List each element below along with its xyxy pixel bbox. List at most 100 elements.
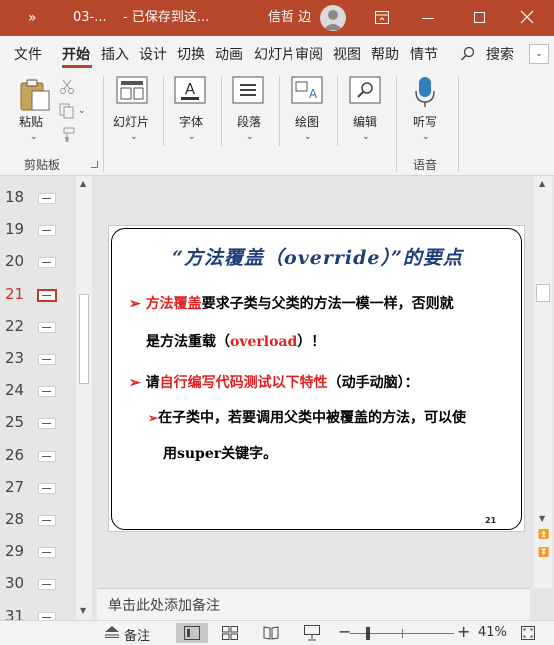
slide-thumbnail-image[interactable] <box>38 354 56 365</box>
search-icon[interactable] <box>460 46 475 64</box>
thumbnail-scrollbar[interactable]: ▲ ▼ <box>76 176 92 620</box>
notes-icon[interactable] <box>105 626 119 642</box>
search-label[interactable]: 搜索 <box>486 44 514 64</box>
slide-thumbnail[interactable]: 19 <box>0 216 70 246</box>
reading-view-icon[interactable] <box>263 626 279 643</box>
drawing-chevron-down-icon[interactable]: ⌄ <box>304 132 312 142</box>
tab-design[interactable]: 设计 <box>139 44 167 64</box>
slide-thumbnail-image[interactable] <box>38 225 56 237</box>
scroll-down-icon[interactable]: ▼ <box>539 514 545 523</box>
slide-scrollbar[interactable]: ▲ ▼ ⏫ ⏬ <box>534 176 552 588</box>
bullet-2[interactable]: ➢ 请自行编写代码测试以下特性（动手动脑）： <box>129 372 419 392</box>
slide-thumbnail[interactable]: 18 <box>0 184 70 214</box>
paste-label[interactable]: 粘贴 <box>19 113 43 130</box>
slide-thumbnail[interactable]: 22 <box>0 313 70 343</box>
scroll-thumb[interactable] <box>79 294 89 384</box>
zoom-slider-thumb[interactable] <box>366 627 370 640</box>
font-chevron-down-icon[interactable]: ⌄ <box>188 132 196 142</box>
slide-thumbnail[interactable]: 26 <box>0 442 70 472</box>
tab-review[interactable]: 审阅 <box>295 44 323 64</box>
slide-thumbnail-image[interactable] <box>38 386 56 398</box>
minimize-icon[interactable] <box>422 18 434 19</box>
tab-home[interactable]: 开始 <box>62 44 90 64</box>
slide-editing-area[interactable]: “方法覆盖（override）”的要点 ➢ 方法覆盖要求子类与父类的方法一模一样… <box>97 176 530 588</box>
slide-thumbnail-image[interactable] <box>38 515 56 526</box>
format-painter-icon[interactable] <box>59 127 75 146</box>
avatar[interactable] <box>320 5 346 31</box>
slide-thumbnail-image[interactable] <box>38 193 56 204</box>
dictate-label[interactable]: 听写 <box>413 113 437 130</box>
current-slide[interactable]: “方法覆盖（override）”的要点 ➢ 方法覆盖要求子类与父类的方法一模一样… <box>108 225 525 532</box>
tab-insert[interactable]: 插入 <box>101 44 129 64</box>
slides-label[interactable]: 幻灯片 <box>113 113 149 130</box>
next-slide-icon[interactable]: ⏬ <box>538 548 549 558</box>
slide-thumbnail[interactable]: 20 <box>0 248 70 278</box>
paste-icon[interactable] <box>18 78 52 115</box>
paragraph-chevron-down-icon[interactable]: ⌄ <box>246 132 254 142</box>
paragraph-label[interactable]: 段落 <box>237 113 261 130</box>
slide-thumbnail-image[interactable] <box>37 288 57 302</box>
paste-chevron-down-icon[interactable]: ⌄ <box>30 132 38 142</box>
tab-file[interactable]: 文件 <box>14 44 42 64</box>
slide-thumbnail-image[interactable] <box>38 482 56 494</box>
slide-thumbnail[interactable]: 27 <box>0 474 70 504</box>
slideshow-icon[interactable] <box>304 625 320 644</box>
slide-thumbnail-image[interactable] <box>38 450 56 462</box>
fit-to-window-icon[interactable] <box>521 626 535 643</box>
font-icon[interactable]: A <box>174 76 206 107</box>
slide-thumbnail[interactable]: 21 <box>0 281 70 311</box>
maximize-icon[interactable] <box>474 12 485 23</box>
slide-thumbnail-image[interactable] <box>38 321 56 333</box>
file-name[interactable]: 03-... <box>73 0 107 36</box>
slides-icon[interactable] <box>116 76 148 107</box>
zoom-level[interactable]: 41% <box>478 625 507 640</box>
slide-thumbnail[interactable]: 29 <box>0 538 70 568</box>
slide-title[interactable]: “方法覆盖（override）”的要点 <box>112 243 523 270</box>
slides-chevron-down-icon[interactable]: ⌄ <box>130 132 138 142</box>
slide-thumbnail[interactable]: 23 <box>0 345 70 375</box>
paragraph-icon[interactable] <box>232 76 264 107</box>
font-label[interactable]: 字体 <box>179 113 203 130</box>
tab-help[interactable]: 帮助 <box>371 44 399 64</box>
slide-thumbnail-image[interactable] <box>38 579 56 591</box>
dialog-launcher-icon[interactable] <box>91 161 98 168</box>
quick-access-more-icon[interactable]: » <box>28 0 37 36</box>
scroll-up-icon[interactable]: ▲ <box>80 179 86 188</box>
scroll-thumb[interactable] <box>536 284 550 302</box>
editing-label[interactable]: 编辑 <box>353 113 377 130</box>
slide-sorter-icon[interactable] <box>222 626 238 643</box>
scroll-up-icon[interactable]: ▲ <box>539 179 545 188</box>
dictate-chevron-down-icon[interactable]: ⌄ <box>422 132 430 142</box>
drawing-label[interactable]: 绘图 <box>295 113 319 130</box>
user-name[interactable]: 信哲 边 <box>268 0 311 36</box>
previous-slide-icon[interactable]: ⏫ <box>538 530 549 540</box>
zoom-out-icon[interactable]: − <box>338 622 351 641</box>
slide-thumbnail[interactable]: 30 <box>0 570 70 600</box>
microphone-icon[interactable] <box>414 76 436 111</box>
copy-icon[interactable] <box>59 103 75 122</box>
editing-chevron-down-icon[interactable]: ⌄ <box>362 132 370 142</box>
tab-slideshow[interactable]: 幻灯片 <box>254 44 292 64</box>
slide-thumbnail[interactable]: 28 <box>0 506 70 536</box>
save-status[interactable]: - 已保存到这... <box>123 0 209 36</box>
ribbon-collapse-button[interactable]: ⌄ <box>529 44 549 64</box>
drawing-icon[interactable]: A <box>291 76 323 107</box>
tab-storyboard[interactable]: 情节 <box>410 44 446 64</box>
cut-icon[interactable] <box>59 79 75 98</box>
copy-chevron-down-icon[interactable]: ⌄ <box>78 106 86 116</box>
slide-thumbnail[interactable]: 24 <box>0 377 70 407</box>
sub-bullet-1[interactable]: ➢在子类中，若要调用父类中被覆盖的方法，可以使 <box>148 407 466 427</box>
zoom-in-icon[interactable]: + <box>457 622 470 641</box>
ribbon-display-icon[interactable] <box>375 11 389 27</box>
bullet-1[interactable]: ➢ 方法覆盖要求子类与父类的方法一模一样，否则就 <box>129 293 454 313</box>
notes-pane[interactable]: 单击此处添加备注 <box>97 588 530 620</box>
bullet-1-line-2[interactable]: 是方法重载（overload）！ <box>146 331 325 351</box>
close-icon[interactable] <box>520 10 534 27</box>
notes-button[interactable]: 备注 <box>124 625 150 644</box>
slide-thumbnail[interactable]: 25 <box>0 409 70 439</box>
tab-view[interactable]: 视图 <box>333 44 361 64</box>
tab-animations[interactable]: 动画 <box>215 44 243 64</box>
sub-bullet-1-line-2[interactable]: 用super关键字。 <box>163 443 277 463</box>
slide-thumbnail-image[interactable] <box>38 418 56 430</box>
editing-search-icon[interactable] <box>349 76 381 107</box>
